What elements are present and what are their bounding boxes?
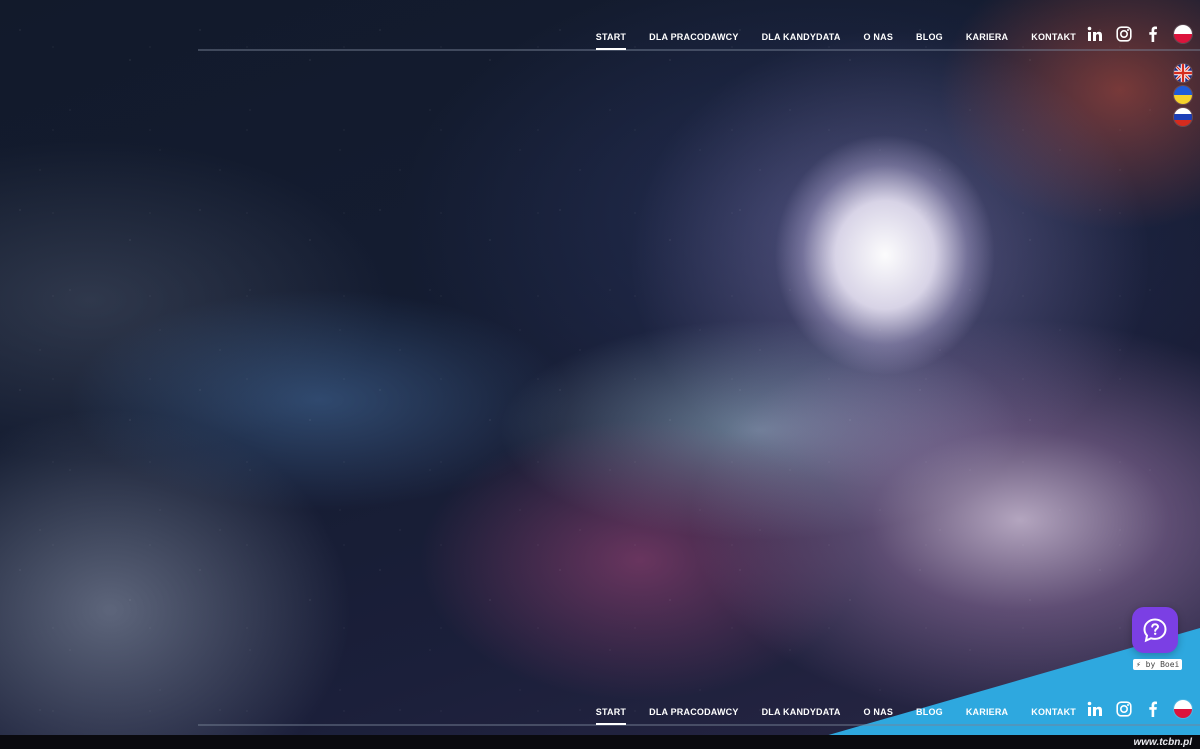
nav-item-kariera[interactable]: KARIERA <box>966 707 1008 717</box>
space-background <box>0 0 1200 749</box>
nav-item-blog[interactable]: BLOG <box>916 32 943 42</box>
nav-item-start[interactable]: START <box>595 32 627 50</box>
instagram-icon[interactable] <box>1116 26 1132 42</box>
uk-flag-icon[interactable] <box>1174 64 1192 82</box>
nav-item-dla-pracodawcy[interactable]: DLA PRACODAWCY <box>649 32 738 42</box>
nav-divider <box>198 49 1200 51</box>
nav-item-start[interactable]: START <box>595 707 627 725</box>
instagram-icon[interactable] <box>1116 701 1132 717</box>
nav-item-kontakt[interactable]: KONTAKT <box>1031 707 1076 717</box>
nav-item-kontakt[interactable]: KONTAKT <box>1031 32 1076 42</box>
boei-credit[interactable]: ⚡ by Boei <box>1133 659 1183 670</box>
nav-item-o-nas[interactable]: O NAS <box>864 32 894 42</box>
pl-flag-icon[interactable] <box>1174 25 1192 43</box>
ru-flag-icon[interactable] <box>1174 108 1192 126</box>
footer-bar: www.tcbn.pl <box>0 735 1200 749</box>
language-switcher <box>1174 64 1192 126</box>
nav-item-blog[interactable]: BLOG <box>916 707 943 717</box>
nav-menu: START DLA PRACODAWCY DLA KANDYDATA O NAS… <box>573 32 1076 50</box>
nav-item-kariera[interactable]: KARIERA <box>966 32 1008 42</box>
nav-item-dla-pracodawcy[interactable]: DLA PRACODAWCY <box>649 707 738 717</box>
nav-divider-bottom <box>198 724 1200 726</box>
pl-flag-icon[interactable] <box>1174 700 1192 718</box>
ua-flag-icon[interactable] <box>1174 86 1192 104</box>
nav-item-dla-kandydata[interactable]: DLA KANDYDATA <box>762 707 841 717</box>
linkedin-icon[interactable] <box>1087 26 1103 42</box>
chat-widget-button[interactable] <box>1132 607 1178 653</box>
top-navigation: START DLA PRACODAWCY DLA KANDYDATA O NAS… <box>198 0 1200 52</box>
chat-question-icon <box>1143 618 1167 643</box>
social-links <box>1087 25 1192 43</box>
nav-item-dla-kandydata[interactable]: DLA KANDYDATA <box>762 32 841 42</box>
linkedin-icon[interactable] <box>1087 701 1103 717</box>
facebook-icon[interactable] <box>1145 701 1161 717</box>
nav-item-o-nas[interactable]: O NAS <box>864 707 894 717</box>
stars-layer-2 <box>0 0 1200 749</box>
footer-url[interactable]: www.tcbn.pl <box>1133 737 1192 748</box>
nav-menu-bottom: START DLA PRACODAWCY DLA KANDYDATA O NAS… <box>573 707 1076 725</box>
social-links-bottom <box>1087 700 1192 718</box>
bottom-navigation: START DLA PRACODAWCY DLA KANDYDATA O NAS… <box>198 675 1200 727</box>
facebook-icon[interactable] <box>1145 26 1161 42</box>
